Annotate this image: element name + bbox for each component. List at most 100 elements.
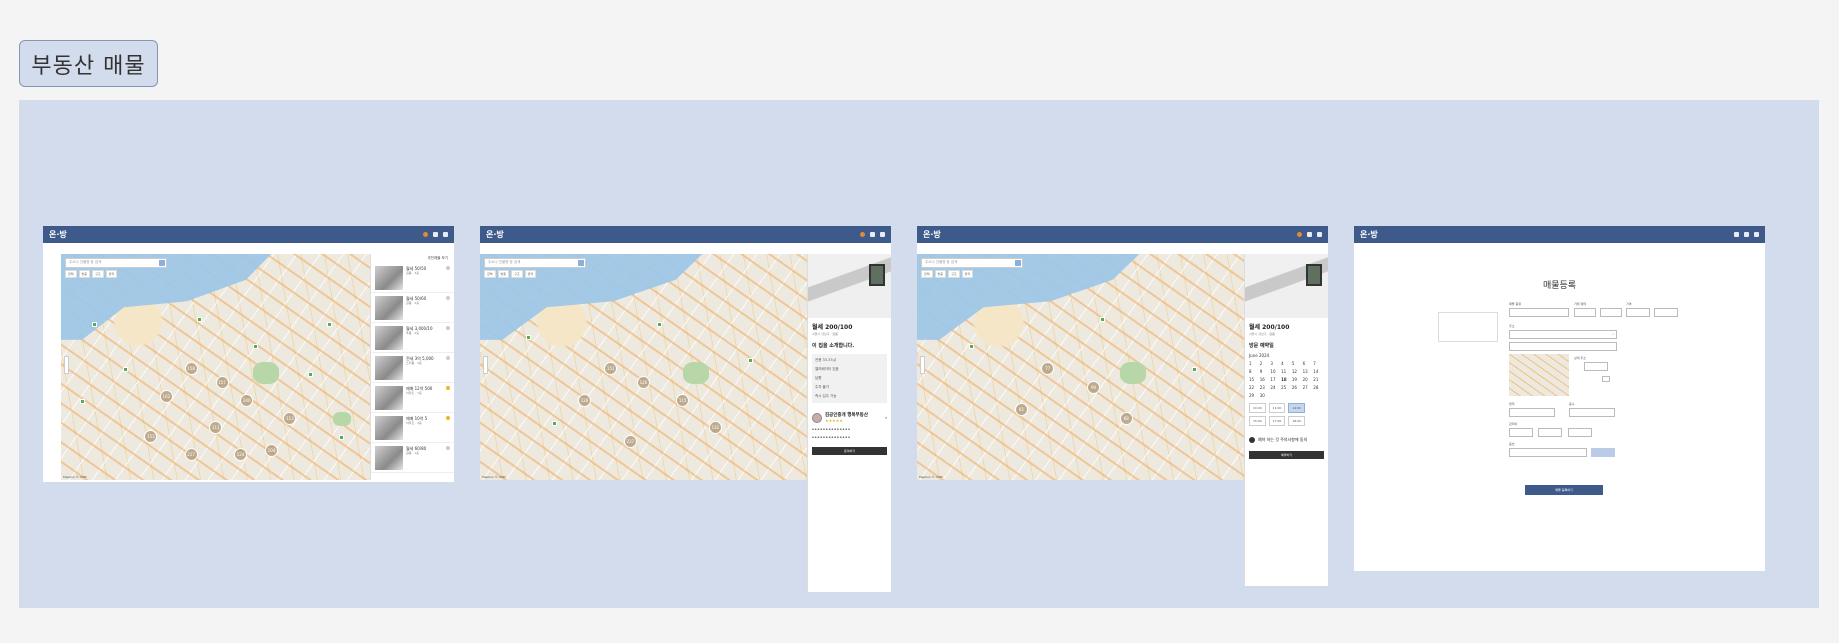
time-slot[interactable]: 10:00 bbox=[1249, 403, 1266, 413]
calendar-day[interactable]: 19 bbox=[1292, 377, 1303, 382]
inquiry-button[interactable]: 문의하기 bbox=[812, 447, 887, 456]
filter-chip[interactable]: 방종 bbox=[497, 270, 510, 278]
fee-input[interactable] bbox=[1509, 428, 1533, 437]
agree-checkbox[interactable]: 예약 하는 것 주의사항에 동의 bbox=[1245, 429, 1328, 445]
bell-icon[interactable] bbox=[1744, 232, 1749, 237]
filter-chip[interactable]: 구조 bbox=[92, 270, 104, 278]
booking-button[interactable]: 예약하기 bbox=[1249, 451, 1324, 459]
price-input[interactable] bbox=[1654, 308, 1678, 317]
map-cluster[interactable]: 115 bbox=[676, 394, 690, 408]
map-pin[interactable] bbox=[252, 344, 258, 350]
calendar-day[interactable]: 6 bbox=[1303, 361, 1314, 366]
calendar-day[interactable]: 17 bbox=[1270, 377, 1281, 382]
map-search-input[interactable]: 주소나 건물명 등 검색 bbox=[484, 258, 586, 268]
calendar-day[interactable]: 5 bbox=[1292, 361, 1303, 366]
filter-chip[interactable]: 금액 bbox=[921, 270, 933, 278]
favorite-icon[interactable] bbox=[446, 446, 450, 450]
time-slot[interactable]: 14:00 bbox=[1288, 403, 1305, 413]
map-cluster[interactable]: 227 bbox=[623, 434, 637, 448]
favorite-icon[interactable] bbox=[446, 266, 450, 270]
map-pin[interactable] bbox=[339, 434, 345, 440]
app-logo[interactable]: 온·방 bbox=[923, 229, 941, 240]
calendar-day[interactable]: 15 bbox=[1249, 377, 1260, 382]
map-pin[interactable] bbox=[969, 344, 975, 350]
listing-item[interactable]: 매매 12억 500 아파트 · 7층 bbox=[371, 383, 454, 413]
map-pin[interactable] bbox=[551, 421, 557, 427]
map-cluster[interactable]: 153 bbox=[144, 430, 158, 444]
bell-icon[interactable] bbox=[870, 232, 875, 237]
menu-icon[interactable] bbox=[1317, 232, 1322, 237]
calendar-day[interactable]: 16 bbox=[1260, 377, 1271, 382]
address-detail-input[interactable] bbox=[1509, 342, 1617, 351]
filter-chip[interactable]: 면적 bbox=[105, 270, 118, 278]
checkbox[interactable] bbox=[1602, 376, 1610, 382]
filter-chip[interactable]: 면적 bbox=[524, 270, 537, 278]
calendar-day[interactable]: 23 bbox=[1260, 385, 1271, 390]
map-pin[interactable] bbox=[122, 367, 128, 372]
map-pin[interactable] bbox=[1191, 367, 1197, 372]
calendar-day[interactable]: 20 bbox=[1303, 377, 1314, 382]
filter-chip[interactable]: 구조 bbox=[948, 270, 960, 278]
area-input[interactable] bbox=[1509, 408, 1555, 417]
time-slot[interactable]: 17:00 bbox=[1268, 416, 1286, 426]
submit-button[interactable]: 매물 등록하기 bbox=[1525, 485, 1603, 495]
price-input[interactable] bbox=[1626, 308, 1650, 317]
calendar-day[interactable]: 22 bbox=[1249, 385, 1260, 390]
map-pin[interactable] bbox=[1100, 317, 1106, 323]
filter-chip[interactable]: 금액 bbox=[65, 270, 77, 278]
user-avatar-icon[interactable] bbox=[423, 232, 428, 237]
user-avatar-icon[interactable] bbox=[860, 232, 865, 237]
listing-photo[interactable] bbox=[1245, 254, 1328, 318]
type-select[interactable] bbox=[1509, 308, 1569, 317]
map-view[interactable]: 주소나 건물명 등 검색 금액 방종 구조 면적 158 162 157 240… bbox=[61, 254, 370, 480]
filter-chip[interactable]: 금액 bbox=[484, 270, 496, 278]
calendar-day[interactable]: 11 bbox=[1281, 369, 1292, 374]
favorite-icon[interactable] bbox=[446, 356, 450, 360]
location-minimap[interactable] bbox=[1509, 354, 1569, 396]
listing-item[interactable]: 월세 50/50 원룸 · 3층 bbox=[371, 263, 454, 293]
calendar-day[interactable]: 27 bbox=[1303, 385, 1314, 390]
listing-item[interactable]: 월세 50/60 원룸 · 2층 bbox=[371, 293, 454, 323]
listing-item[interactable]: 전세 3억 5,000 쓰리룸 · 5층 bbox=[371, 353, 454, 383]
time-slot[interactable]: 18:00 bbox=[1288, 416, 1305, 426]
app-logo[interactable]: 온·방 bbox=[1360, 229, 1378, 240]
calendar-day[interactable]: 4 bbox=[1281, 361, 1292, 366]
search-icon[interactable] bbox=[1015, 260, 1021, 266]
map-cluster[interactable]: 111 bbox=[209, 421, 223, 435]
filter-chip[interactable]: 구조 bbox=[511, 270, 523, 278]
detail-input[interactable] bbox=[1584, 362, 1608, 371]
user-avatar-icon[interactable] bbox=[1297, 232, 1302, 237]
address-input[interactable]: ⌕ bbox=[1509, 330, 1617, 339]
map-pin[interactable] bbox=[308, 371, 314, 377]
calendar-day[interactable]: 3 bbox=[1270, 361, 1281, 366]
calendar-day[interactable]: 30 bbox=[1260, 393, 1271, 398]
user-avatar-icon[interactable] bbox=[1734, 232, 1739, 237]
chevron-right-icon[interactable]: › bbox=[885, 416, 887, 421]
map-search-input[interactable]: 주소나 건물명 등 검색 bbox=[921, 258, 1023, 268]
listing-item[interactable]: 월세 60/80 원룸 · 1층 bbox=[371, 443, 454, 473]
listing-item[interactable]: 매매 10억 5 아파트 · 3층 bbox=[371, 413, 454, 443]
app-logo[interactable]: 온·방 bbox=[49, 229, 67, 240]
calendar-day[interactable]: 13 bbox=[1303, 369, 1314, 374]
map-cluster[interactable]: 104 bbox=[264, 443, 278, 457]
search-icon[interactable] bbox=[578, 260, 584, 266]
calendar-day[interactable]: 14 bbox=[1313, 369, 1324, 374]
map-search-input[interactable]: 주소나 건물명 등 검색 bbox=[65, 258, 167, 268]
bell-icon[interactable] bbox=[1307, 232, 1312, 237]
floor-input[interactable] bbox=[1569, 408, 1615, 417]
menu-icon[interactable] bbox=[880, 232, 885, 237]
map-cluster[interactable]: 81 bbox=[1015, 403, 1029, 417]
map-cluster[interactable]: 124 bbox=[234, 448, 248, 462]
filter-chip[interactable]: 방종 bbox=[78, 270, 91, 278]
calendar-day[interactable]: 29 bbox=[1249, 393, 1260, 398]
map-cluster[interactable]: 157 bbox=[215, 376, 229, 390]
search-icon[interactable]: ⌕ bbox=[1612, 332, 1614, 336]
filter-chip[interactable]: 면적 bbox=[961, 270, 974, 278]
favorite-icon[interactable] bbox=[446, 296, 450, 300]
deal-select[interactable] bbox=[1600, 308, 1622, 317]
app-logo[interactable]: 온·방 bbox=[486, 229, 504, 240]
map-pin[interactable] bbox=[326, 321, 332, 327]
fee-input[interactable] bbox=[1538, 428, 1562, 437]
favorite-icon[interactable] bbox=[446, 416, 450, 420]
list-header[interactable]: 추천매물 보기 bbox=[371, 254, 454, 263]
